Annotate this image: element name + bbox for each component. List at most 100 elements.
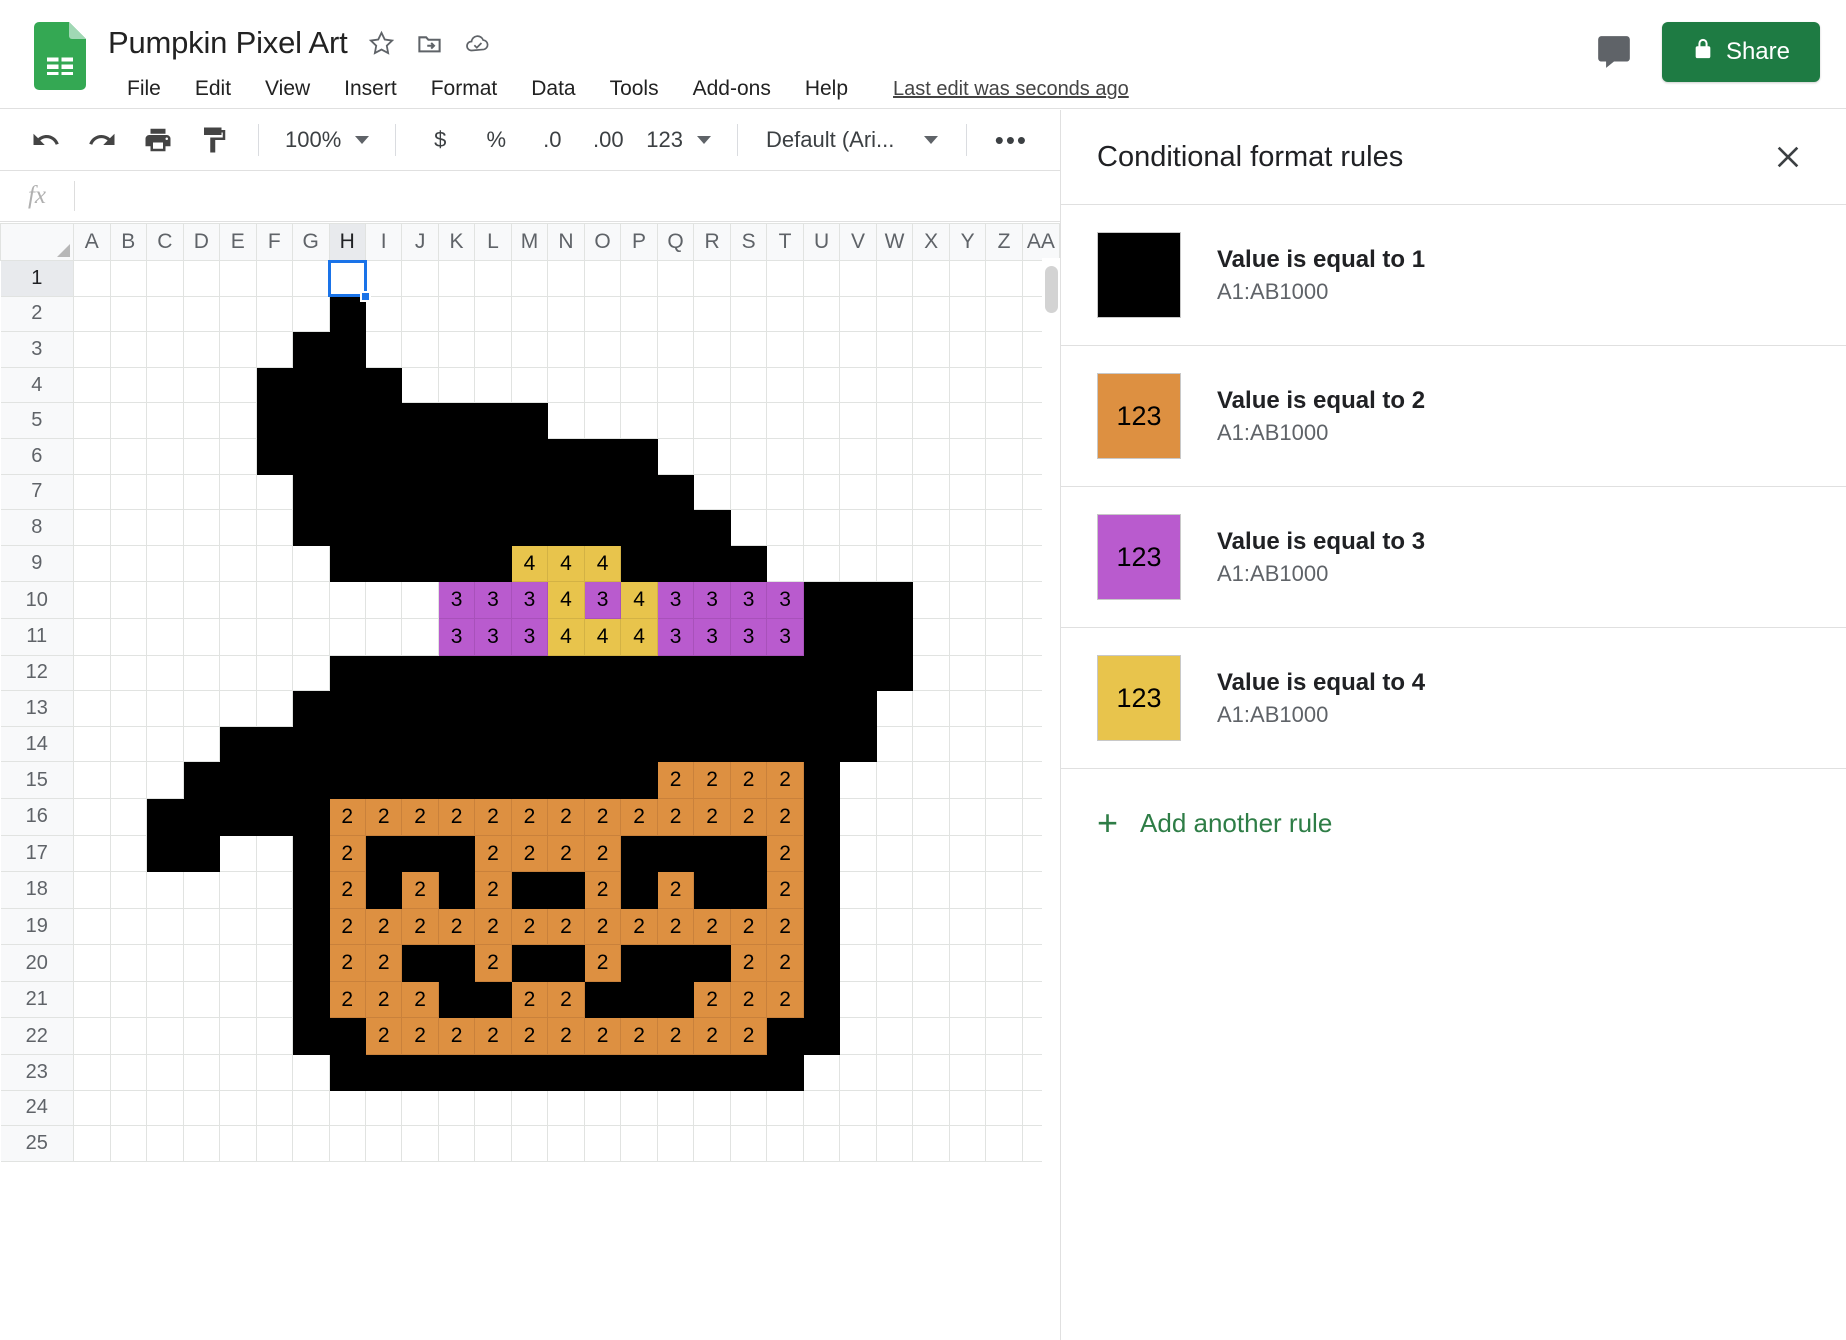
cell-Q3[interactable] bbox=[656, 331, 695, 368]
menu-help[interactable]: Help bbox=[788, 73, 865, 105]
cell-O7[interactable] bbox=[583, 473, 622, 511]
cell-F20[interactable] bbox=[255, 944, 293, 982]
cell-N6[interactable] bbox=[547, 437, 585, 475]
cell-P17[interactable] bbox=[620, 834, 658, 873]
cell-H25[interactable] bbox=[328, 1125, 367, 1162]
cell-Z23[interactable] bbox=[985, 1054, 1023, 1091]
cell-H9[interactable] bbox=[328, 544, 367, 583]
cell-M13[interactable] bbox=[510, 690, 549, 727]
cell-K18[interactable] bbox=[437, 871, 476, 909]
cell-M1[interactable] bbox=[510, 260, 549, 297]
cell-M14[interactable] bbox=[510, 725, 549, 763]
cell-U21[interactable] bbox=[802, 980, 841, 1019]
cell-D4[interactable] bbox=[182, 366, 221, 404]
cell-G22[interactable] bbox=[291, 1017, 330, 1056]
more-options-button[interactable]: ••• bbox=[986, 117, 1036, 163]
cell-T21[interactable]: 2 bbox=[766, 980, 804, 1019]
cell-Z6[interactable] bbox=[985, 437, 1023, 475]
cell-H1[interactable] bbox=[328, 259, 372, 302]
cell-B8[interactable] bbox=[109, 509, 148, 546]
cell-D21[interactable] bbox=[182, 980, 221, 1019]
cell-X13[interactable] bbox=[912, 690, 950, 727]
cell-V24[interactable] bbox=[839, 1089, 877, 1127]
vertical-scrollbar-thumb[interactable] bbox=[1045, 266, 1058, 313]
cell-D10[interactable] bbox=[182, 581, 221, 619]
cell-E2[interactable] bbox=[219, 295, 257, 333]
cell-U12[interactable] bbox=[802, 654, 841, 692]
cell-W12[interactable] bbox=[875, 654, 914, 692]
cell-J20[interactable] bbox=[401, 944, 439, 982]
menu-data[interactable]: Data bbox=[514, 73, 592, 105]
row-header-25[interactable]: 25 bbox=[0, 1125, 75, 1162]
cell-E4[interactable] bbox=[219, 366, 257, 404]
cell-X18[interactable] bbox=[912, 871, 950, 909]
cell-D1[interactable] bbox=[182, 260, 221, 297]
cell-L22[interactable]: 2 bbox=[474, 1017, 512, 1056]
cell-N24[interactable] bbox=[547, 1089, 585, 1127]
cell-Z7[interactable] bbox=[985, 473, 1023, 511]
cell-T10[interactable]: 3 bbox=[766, 581, 804, 619]
cell-Y14[interactable] bbox=[948, 725, 987, 763]
column-header-Z[interactable]: Z bbox=[985, 223, 1023, 261]
cell-K2[interactable] bbox=[437, 295, 476, 333]
cell-X4[interactable] bbox=[912, 366, 950, 404]
column-header-C[interactable]: C bbox=[146, 223, 184, 261]
cell-Y16[interactable] bbox=[948, 797, 987, 836]
cell-V23[interactable] bbox=[839, 1054, 877, 1091]
column-header-Y[interactable]: Y bbox=[948, 223, 987, 261]
cell-U22[interactable] bbox=[802, 1017, 841, 1056]
cell-F10[interactable] bbox=[255, 581, 293, 619]
cell-A4[interactable] bbox=[73, 366, 111, 404]
cell-N25[interactable] bbox=[547, 1125, 585, 1162]
cell-A14[interactable] bbox=[73, 725, 111, 763]
cell-P3[interactable] bbox=[620, 331, 658, 368]
cell-R21[interactable]: 2 bbox=[693, 980, 731, 1019]
cell-E16[interactable] bbox=[219, 797, 257, 836]
cell-Q25[interactable] bbox=[656, 1125, 695, 1162]
cell-U8[interactable] bbox=[802, 509, 841, 546]
comment-icon[interactable] bbox=[1592, 30, 1636, 74]
cell-A7[interactable] bbox=[73, 473, 111, 511]
cell-I6[interactable] bbox=[365, 437, 403, 475]
cell-C15[interactable] bbox=[146, 761, 184, 799]
cell-C14[interactable] bbox=[146, 725, 184, 763]
cell-I4[interactable] bbox=[365, 366, 403, 404]
cell-U3[interactable] bbox=[802, 331, 841, 368]
cell-K17[interactable] bbox=[437, 834, 476, 873]
cell-E13[interactable] bbox=[219, 690, 257, 727]
cell-P9[interactable] bbox=[620, 544, 658, 583]
cell-X11[interactable] bbox=[912, 617, 950, 656]
cell-X10[interactable] bbox=[912, 581, 950, 619]
cell-U13[interactable] bbox=[802, 690, 841, 727]
cell-M21[interactable]: 2 bbox=[510, 980, 549, 1019]
cell-R19[interactable]: 2 bbox=[693, 907, 731, 946]
cell-B16[interactable] bbox=[109, 797, 148, 836]
rule-item-3[interactable]: 123 Value is equal to 3 A1:AB1000 bbox=[1061, 487, 1846, 628]
row-header-3[interactable]: 3 bbox=[0, 331, 75, 368]
cell-Y2[interactable] bbox=[948, 295, 987, 333]
cell-J22[interactable]: 2 bbox=[401, 1017, 439, 1056]
cell-O3[interactable] bbox=[583, 331, 622, 368]
cell-H15[interactable] bbox=[328, 761, 367, 799]
cell-U1[interactable] bbox=[802, 260, 841, 297]
cell-F8[interactable] bbox=[255, 509, 293, 546]
column-header-E[interactable]: E bbox=[219, 223, 257, 261]
cell-F6[interactable] bbox=[255, 437, 293, 475]
column-header-D[interactable]: D bbox=[182, 223, 221, 261]
cell-S15[interactable]: 2 bbox=[729, 761, 768, 799]
cell-V15[interactable] bbox=[839, 761, 877, 799]
cell-E14[interactable] bbox=[219, 725, 257, 763]
cell-G1[interactable] bbox=[291, 260, 330, 297]
cell-C22[interactable] bbox=[146, 1017, 184, 1056]
cell-F2[interactable] bbox=[255, 295, 293, 333]
cell-O20[interactable]: 2 bbox=[583, 944, 622, 982]
cell-T18[interactable]: 2 bbox=[766, 871, 804, 909]
cell-B21[interactable] bbox=[109, 980, 148, 1019]
cell-R9[interactable] bbox=[693, 544, 731, 583]
cell-R18[interactable] bbox=[693, 871, 731, 909]
cell-J10[interactable] bbox=[401, 581, 439, 619]
cell-Q16[interactable]: 2 bbox=[656, 797, 695, 836]
cell-Z12[interactable] bbox=[985, 654, 1023, 692]
cell-X17[interactable] bbox=[912, 834, 950, 873]
cell-Y3[interactable] bbox=[948, 331, 987, 368]
